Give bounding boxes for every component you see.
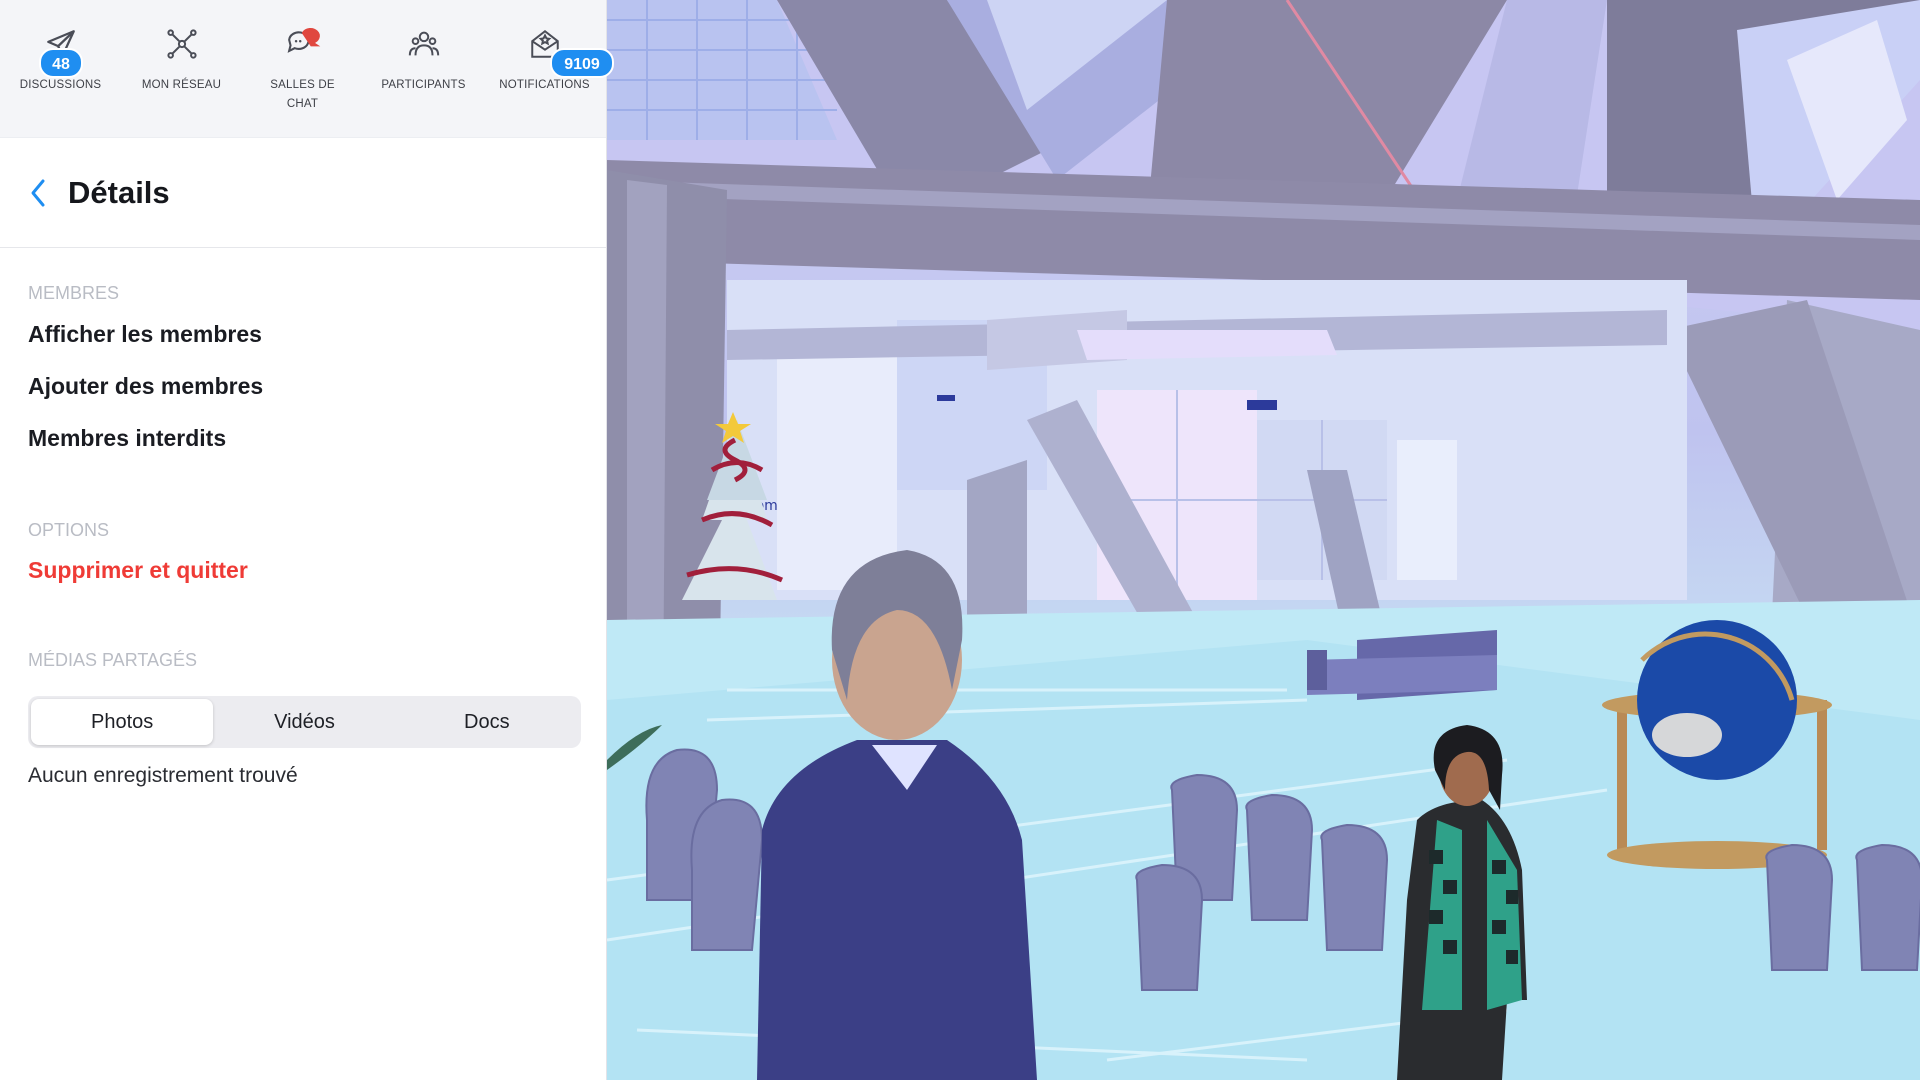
back-button[interactable]	[30, 173, 52, 213]
nav-label-my-network: MON RÉSEAU	[141, 79, 222, 91]
page-title: Détails	[68, 174, 170, 210]
discussions-badge: 48	[39, 48, 83, 78]
options-heading: OPTIONS	[28, 520, 110, 540]
network-icon	[162, 24, 202, 64]
participants-icon	[404, 24, 444, 64]
nav-item-my-network[interactable]: MON RÉSEAU	[121, 24, 242, 137]
nav-item-notifications[interactable]: 9109 NOTIFICATIONS	[484, 24, 614, 137]
members-heading: MEMBRES	[28, 283, 120, 303]
members-section: MEMBRES	[0, 283, 119, 304]
banned-members-link[interactable]: Membres interdits	[28, 425, 226, 452]
delete-and-quit-link[interactable]: Supprimer et quitter	[28, 557, 248, 584]
add-members-link[interactable]: Ajouter des membres	[28, 373, 263, 400]
scene-illustration: oom	[607, 0, 1920, 1080]
nav-item-chat-rooms[interactable]: SALLES DE CHAT	[242, 24, 363, 137]
details-header: Détails	[0, 138, 606, 248]
media-tabs: Photos Vidéos Docs	[28, 696, 581, 748]
chevron-left-icon	[31, 179, 45, 206]
tab-docs[interactable]: Docs	[396, 699, 578, 745]
side-panel: 48 DISCUSSIONS MON RÉSEAU SALLES DE CHAT…	[0, 0, 614, 1080]
shared-media-heading: MÉDIAS PARTAGÉS	[28, 650, 198, 670]
virtual-venue-scene[interactable]: oom	[607, 0, 1920, 1080]
nav-item-participants[interactable]: PARTICIPANTS	[363, 24, 484, 137]
chat-bubbles-icon	[283, 24, 323, 64]
notifications-badge: 9109	[550, 48, 614, 78]
tab-photos[interactable]: Photos	[31, 699, 214, 745]
view-members-link[interactable]: Afficher les membres	[28, 321, 262, 348]
nav-label-participants: PARTICIPANTS	[381, 79, 466, 91]
top-nav-bar: 48 DISCUSSIONS MON RÉSEAU SALLES DE CHAT…	[0, 0, 614, 138]
empty-state-text: Aucun enregistrement trouvé	[28, 764, 298, 787]
nav-item-discussions[interactable]: 48 DISCUSSIONS	[0, 24, 121, 137]
nav-label-chat-rooms: SALLES DE CHAT	[270, 79, 335, 110]
tab-videos[interactable]: Vidéos	[213, 699, 395, 745]
